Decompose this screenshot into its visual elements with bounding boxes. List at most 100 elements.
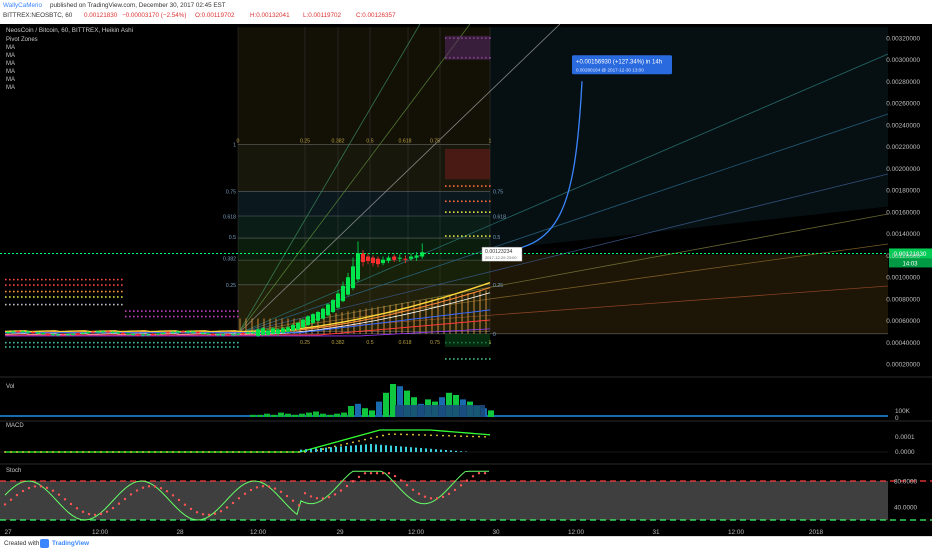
stoch-d-dot bbox=[172, 494, 174, 496]
macd-signal-dot bbox=[154, 451, 156, 453]
macd-signal-dot bbox=[178, 451, 180, 453]
pivot-dot bbox=[477, 235, 479, 237]
pivot-dot bbox=[181, 342, 183, 344]
candle bbox=[261, 327, 265, 336]
candle-body bbox=[146, 334, 150, 335]
macd-signal-dot bbox=[172, 451, 174, 453]
pivot-dot bbox=[17, 291, 19, 293]
macd-signal-dot bbox=[238, 451, 240, 453]
candle bbox=[306, 315, 310, 326]
pivot-dot bbox=[105, 291, 107, 293]
stoch-d-dot bbox=[298, 504, 300, 506]
pivot-dot bbox=[25, 304, 27, 306]
pivot-dot bbox=[149, 346, 151, 348]
pivot-dot bbox=[489, 185, 491, 187]
stoch-d-dot bbox=[424, 496, 426, 498]
pivot-dot bbox=[173, 310, 175, 312]
stoch-d-dot bbox=[58, 493, 60, 495]
author-link[interactable]: WallyCaMerio bbox=[3, 2, 42, 9]
pivot-dot bbox=[177, 342, 179, 344]
pivot-dot bbox=[469, 211, 471, 213]
volume-label: Vol bbox=[6, 384, 14, 390]
stoch-d-dot bbox=[268, 485, 270, 487]
pivot-dot bbox=[53, 284, 55, 286]
pivot-dot bbox=[61, 291, 63, 293]
macd-hist-bar bbox=[305, 449, 307, 452]
candle bbox=[331, 299, 335, 313]
macd-hist-bar bbox=[410, 447, 412, 452]
macd-signal-dot bbox=[262, 451, 264, 453]
volume-bar bbox=[341, 413, 347, 417]
candle-body bbox=[392, 257, 396, 260]
pivot-dot bbox=[193, 310, 195, 312]
pivot-magenta bbox=[125, 316, 239, 318]
volume-avg-area bbox=[395, 405, 485, 417]
pivot-dot bbox=[25, 279, 27, 281]
pivot-dot bbox=[121, 342, 123, 344]
pivot-dot bbox=[65, 296, 67, 298]
pivot-dot bbox=[237, 346, 239, 348]
pivot-dot bbox=[45, 304, 47, 306]
pivot-dot bbox=[97, 304, 99, 306]
macd-signal-dot bbox=[274, 451, 276, 453]
candle-body bbox=[387, 258, 391, 261]
pivot-dot bbox=[197, 310, 199, 312]
pivot-dot bbox=[9, 291, 11, 293]
macd-signal-dot bbox=[466, 435, 468, 437]
candle-body bbox=[366, 257, 370, 261]
fib-top-label: 0.5 bbox=[366, 139, 373, 145]
pivot-dot bbox=[229, 342, 231, 344]
pivot-dot bbox=[29, 291, 31, 293]
candle-body bbox=[326, 304, 330, 315]
pivot-dot bbox=[205, 342, 207, 344]
stoch-d-dot bbox=[214, 513, 216, 515]
pivot-dot bbox=[237, 342, 239, 344]
pivot-dot bbox=[217, 316, 219, 318]
pivot-dot bbox=[73, 284, 75, 286]
candle-body bbox=[241, 333, 245, 334]
stoch-d-dot bbox=[148, 485, 150, 487]
fib-bottom-label: 1 bbox=[489, 340, 492, 346]
pivot-dot bbox=[469, 358, 471, 360]
stoch-d-dot bbox=[70, 503, 72, 505]
stoch-d-dot bbox=[418, 493, 420, 495]
pivot-dot bbox=[169, 342, 171, 344]
pivot-dot bbox=[49, 284, 51, 286]
pivot-dot bbox=[477, 200, 479, 202]
candle bbox=[271, 327, 275, 335]
stoch-d-dot bbox=[76, 507, 78, 509]
chart-canvas[interactable]: 00.250.3820.50.6180.75110.750.6180.50.38… bbox=[0, 24, 932, 536]
macd-signal-dot bbox=[376, 436, 378, 438]
candle-body bbox=[131, 334, 135, 335]
volume-bar bbox=[488, 410, 494, 417]
pivot-dot bbox=[5, 284, 7, 286]
macd-signal-dot bbox=[394, 433, 396, 435]
pivot-dot bbox=[49, 304, 51, 306]
pivot-dot bbox=[477, 358, 479, 360]
macd-hist-bar bbox=[355, 445, 357, 452]
stoch-d-dot bbox=[382, 472, 384, 474]
macd-signal-dot bbox=[442, 435, 444, 437]
pivot-dot bbox=[149, 316, 151, 318]
pivot-dot bbox=[73, 346, 75, 348]
pivot-dot bbox=[77, 291, 79, 293]
pivot-dot bbox=[37, 304, 39, 306]
pivot-dot bbox=[205, 310, 207, 312]
pivot-dot bbox=[113, 296, 115, 298]
candle-body bbox=[316, 312, 320, 321]
pivot-dot bbox=[5, 291, 7, 293]
pivot-dot bbox=[21, 296, 23, 298]
pivot-dot bbox=[201, 342, 203, 344]
pivot-dot bbox=[37, 284, 39, 286]
volume-tick: 100K bbox=[895, 408, 911, 415]
pivot-dot bbox=[121, 304, 123, 306]
pivot-dot bbox=[41, 284, 43, 286]
brand-name[interactable]: TradingView bbox=[52, 540, 89, 547]
pivot-dot bbox=[157, 316, 159, 318]
price-pane[interactable]: 00.250.3820.50.6180.75110.750.6180.50.38… bbox=[0, 24, 932, 376]
pivot-dot bbox=[29, 284, 31, 286]
pivot-dot bbox=[489, 200, 491, 202]
stoch-d-dot bbox=[10, 499, 12, 501]
pivot-dot bbox=[61, 304, 63, 306]
pivot-dot bbox=[121, 291, 123, 293]
